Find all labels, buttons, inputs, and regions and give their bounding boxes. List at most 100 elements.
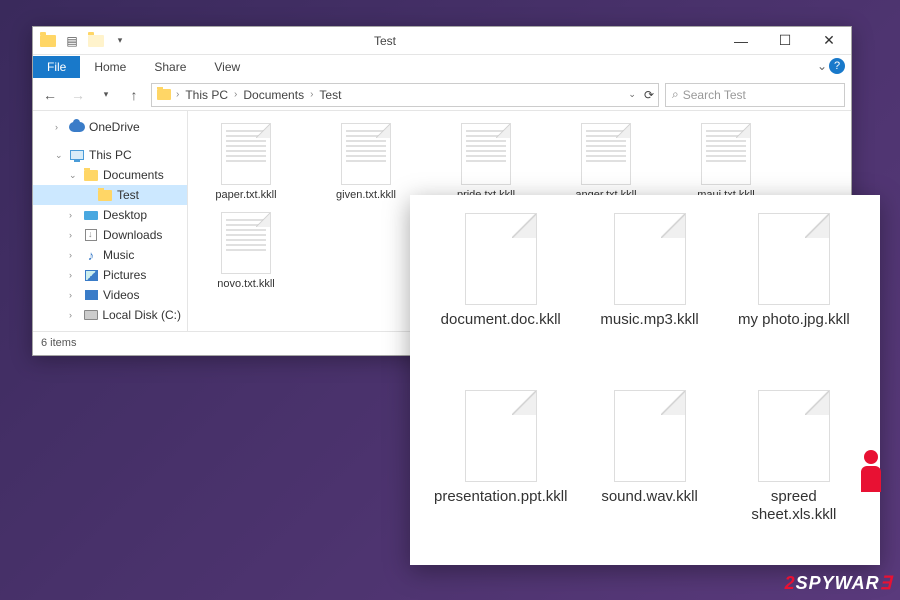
file-icon: [465, 390, 537, 482]
chevron-right-icon[interactable]: ›: [69, 290, 79, 300]
file-item[interactable]: maui.txt.kkll: [678, 123, 774, 202]
folder-icon: [83, 167, 99, 183]
file-name: novo.txt.kkll: [217, 278, 274, 291]
file-item[interactable]: paper.txt.kkll: [198, 123, 294, 202]
navigation-bar: ← → ▾ ↑ › This PC › Documents › Test ⌄ ⟳…: [33, 79, 851, 111]
file-item[interactable]: pride.txt.kkll: [438, 123, 534, 202]
file-item[interactable]: anger.txt.kkll: [558, 123, 654, 202]
picture-icon: [83, 267, 99, 283]
cloud-icon: [69, 119, 85, 135]
file-item[interactable]: sound.wav.kkll: [587, 390, 711, 547]
chevron-down-icon[interactable]: ⌄: [69, 170, 79, 181]
chevron-down-icon[interactable]: ⌄: [55, 150, 65, 161]
file-icon: [221, 123, 271, 185]
sidebar-label: Local Disk (C:): [102, 308, 181, 322]
monitor-icon: [69, 147, 85, 163]
sidebar-item-documents[interactable]: ⌄ Documents: [33, 165, 187, 185]
item-count: 6 items: [41, 337, 76, 349]
chevron-right-icon[interactable]: ›: [55, 122, 65, 132]
window-title: Test: [51, 34, 719, 48]
file-item[interactable]: spreed sheet.xls.kkll: [732, 390, 856, 547]
chevron-right-icon[interactable]: ›: [69, 210, 79, 220]
desktop-icon: [83, 207, 99, 223]
sidebar-item-pictures[interactable]: › Pictures: [33, 265, 187, 285]
sidebar-item-test[interactable]: Test: [33, 185, 187, 205]
file-icon: [461, 123, 511, 185]
file-name: paper.txt.kkll: [215, 189, 276, 202]
file-icon: [465, 213, 537, 305]
sidebar-item-this-pc[interactable]: ⌄ This PC: [33, 145, 187, 165]
file-icon: [581, 123, 631, 185]
sidebar-item-music[interactable]: › ♪ Music: [33, 245, 187, 265]
sidebar-item-local-disk[interactable]: › Local Disk (C:): [33, 305, 187, 325]
refresh-icon[interactable]: ⟳: [644, 88, 654, 102]
up-button[interactable]: ↑: [123, 84, 145, 106]
sidebar-label: Music: [103, 248, 134, 262]
sidebar-label: OneDrive: [89, 120, 140, 134]
folder-icon: [156, 87, 172, 103]
watermark: 2SPYWAR∃: [785, 573, 892, 594]
help-icon[interactable]: ?: [829, 58, 845, 74]
overlay-panel: document.doc.kkll music.mp3.kkll my phot…: [410, 195, 880, 565]
chevron-right-icon[interactable]: ›: [69, 230, 79, 240]
sidebar-label: This PC: [89, 148, 132, 162]
search-placeholder: Search Test: [683, 88, 746, 102]
navigation-pane[interactable]: › OneDrive ⌄ This PC ⌄ Documents Test: [33, 111, 188, 331]
address-bar[interactable]: › This PC › Documents › Test ⌄ ⟳: [151, 83, 659, 107]
file-item[interactable]: given.txt.kkll: [318, 123, 414, 202]
disk-icon: [83, 307, 99, 323]
music-icon: ♪: [83, 247, 99, 263]
sidebar-item-desktop[interactable]: › Desktop: [33, 205, 187, 225]
tab-file[interactable]: File: [33, 56, 80, 78]
tab-view[interactable]: View: [200, 56, 254, 78]
person-decoration: [856, 450, 886, 510]
watermark-prefix: 2: [785, 573, 796, 593]
watermark-suffix: ∃: [880, 573, 892, 593]
file-item[interactable]: my photo.jpg.kkll: [732, 213, 856, 370]
sidebar-label: Desktop: [103, 208, 147, 222]
file-icon: [758, 213, 830, 305]
forward-button[interactable]: →: [67, 84, 89, 106]
search-icon: ⌕: [672, 87, 679, 102]
sidebar-item-onedrive[interactable]: › OneDrive: [33, 117, 187, 137]
close-button[interactable]: ✕: [807, 27, 851, 55]
chevron-right-icon: ›: [176, 89, 179, 100]
back-button[interactable]: ←: [39, 84, 61, 106]
chevron-right-icon[interactable]: ›: [69, 270, 79, 280]
minimize-button[interactable]: —: [719, 27, 763, 55]
recent-locations-icon[interactable]: ▾: [95, 84, 117, 106]
dropdown-icon[interactable]: ⌄: [628, 89, 636, 100]
file-name: presentation.ppt.kkll: [434, 488, 567, 506]
file-name: music.mp3.kkll: [600, 311, 698, 329]
file-icon: [221, 212, 271, 274]
file-icon: [614, 213, 686, 305]
file-item[interactable]: music.mp3.kkll: [587, 213, 711, 370]
titlebar[interactable]: ▤ ▾ Test — ☐ ✕: [33, 27, 851, 55]
sidebar-item-videos[interactable]: › Videos: [33, 285, 187, 305]
file-item[interactable]: presentation.ppt.kkll: [434, 390, 567, 547]
sidebar-label: Pictures: [103, 268, 146, 282]
file-icon: [614, 390, 686, 482]
file-item[interactable]: document.doc.kkll: [434, 213, 567, 370]
tab-home[interactable]: Home: [80, 56, 140, 78]
search-input[interactable]: ⌕ Search Test: [665, 83, 845, 107]
breadcrumb-this-pc[interactable]: This PC: [183, 88, 230, 102]
file-item[interactable]: novo.txt.kkll: [198, 212, 294, 291]
tab-share[interactable]: Share: [140, 56, 200, 78]
file-name: given.txt.kkll: [336, 189, 396, 202]
download-icon: [83, 227, 99, 243]
breadcrumb-documents[interactable]: Documents: [241, 88, 306, 102]
file-name: spreed sheet.xls.kkll: [732, 488, 856, 524]
folder-icon: [97, 187, 113, 203]
video-icon: [83, 287, 99, 303]
chevron-right-icon[interactable]: ›: [69, 310, 79, 320]
ribbon-expand-icon[interactable]: ⌄: [817, 59, 827, 73]
breadcrumb-test[interactable]: Test: [317, 88, 343, 102]
maximize-button[interactable]: ☐: [763, 27, 807, 55]
ribbon: File Home Share View ⌄ ?: [33, 55, 851, 79]
file-icon: [758, 390, 830, 482]
file-icon: [341, 123, 391, 185]
sidebar-label: Downloads: [103, 228, 162, 242]
chevron-right-icon[interactable]: ›: [69, 250, 79, 260]
sidebar-item-downloads[interactable]: › Downloads: [33, 225, 187, 245]
